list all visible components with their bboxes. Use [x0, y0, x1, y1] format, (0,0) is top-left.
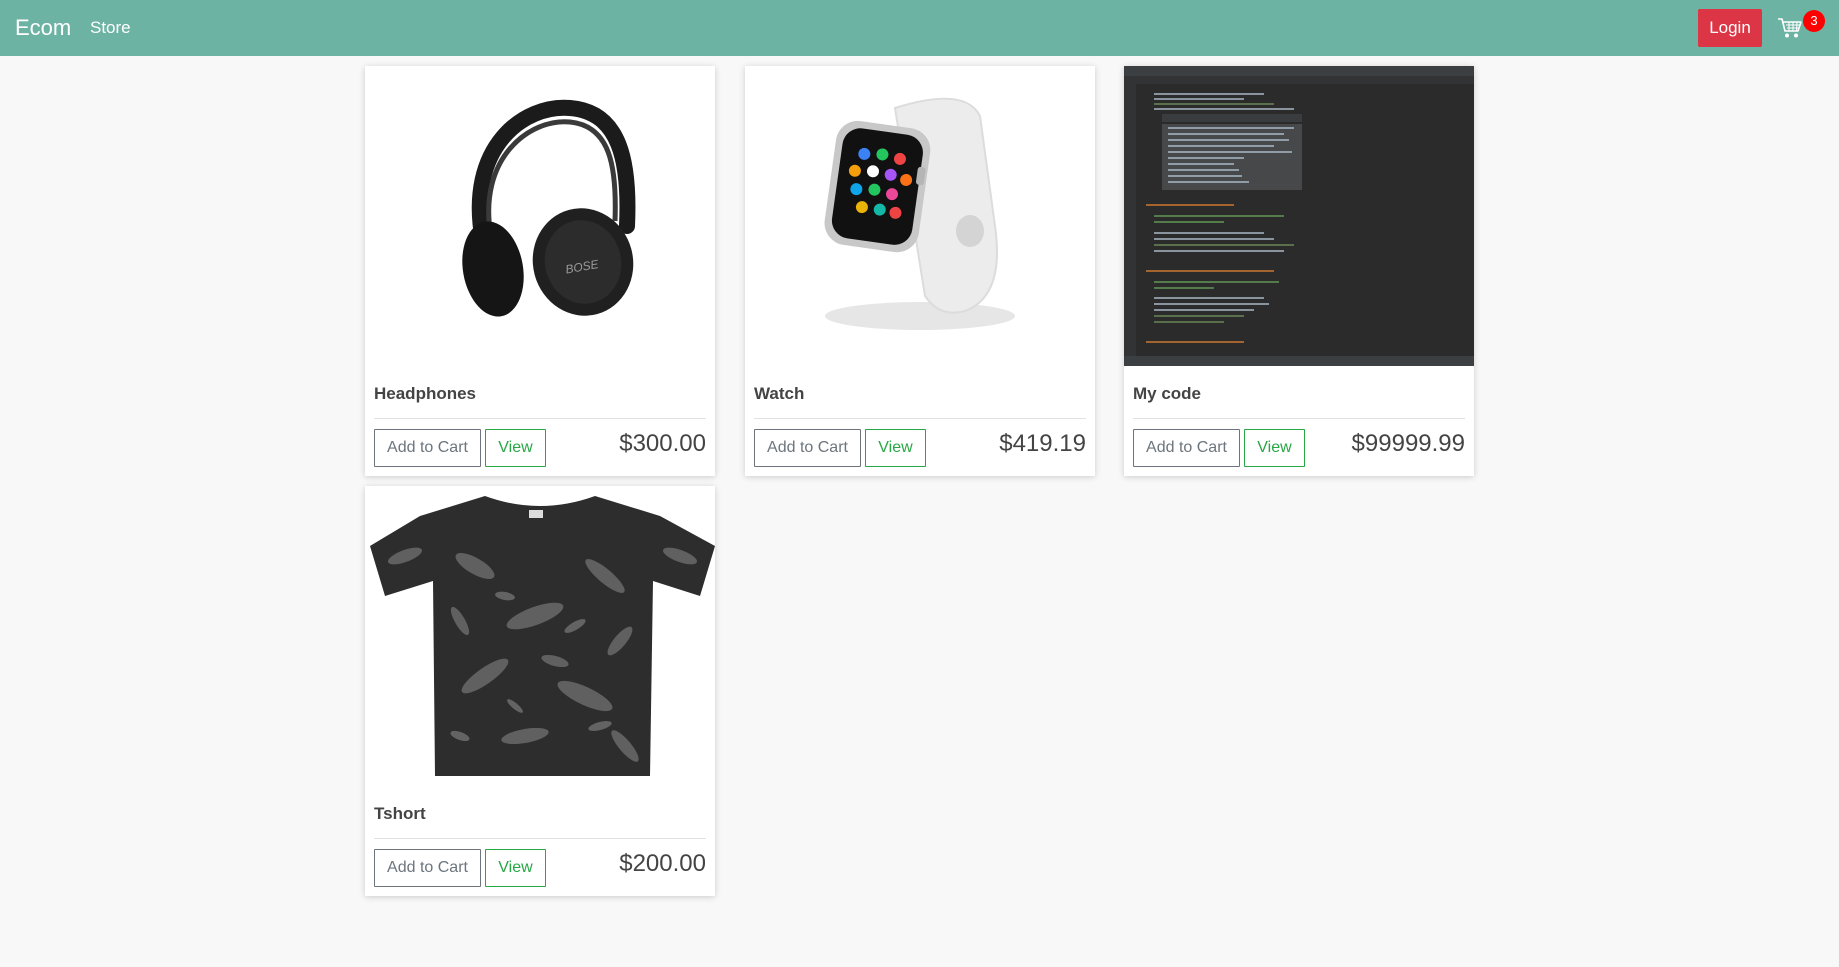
add-to-cart-button[interactable]: Add to Cart	[374, 429, 481, 467]
product-card-watch: Watch Add to Cart View $419.19	[745, 66, 1095, 476]
product-price: $99999.99	[1351, 430, 1465, 457]
store-link[interactable]: Store	[90, 18, 131, 38]
view-button[interactable]: View	[485, 429, 546, 467]
product-name: My code	[1133, 384, 1202, 403]
view-button[interactable]: View	[1244, 429, 1305, 467]
cart-count-badge: 3	[1803, 10, 1825, 32]
product-price: $419.19	[999, 430, 1086, 457]
divider	[1133, 418, 1465, 419]
add-to-cart-button[interactable]: Add to Cart	[1133, 429, 1240, 467]
watch-image	[745, 66, 1095, 366]
product-price: $200.00	[619, 850, 706, 877]
code-screenshot-image	[1124, 66, 1474, 366]
add-to-cart-button[interactable]: Add to Cart	[374, 849, 481, 887]
login-button[interactable]: Login	[1698, 9, 1762, 47]
view-button[interactable]: View	[865, 429, 926, 467]
product-card-tshort: Tshort Add to Cart View $200.00	[365, 486, 715, 896]
add-to-cart-button[interactable]: Add to Cart	[754, 429, 861, 467]
divider	[374, 838, 706, 839]
view-button[interactable]: View	[485, 849, 546, 887]
navbar: Ecom Store Login 3	[0, 0, 1839, 56]
headphones-image: BOSE	[365, 66, 715, 366]
product-name: Tshort	[374, 804, 426, 823]
tshirt-image	[365, 486, 715, 786]
cart-icon	[1778, 18, 1802, 38]
divider	[374, 418, 706, 419]
divider	[754, 418, 1086, 419]
product-price: $300.00	[619, 430, 706, 457]
product-card-my-code: My code Add to Cart View $99999.99	[1124, 66, 1474, 476]
product-card-headphones: BOSE Headphones Add to Cart View $300.00	[365, 66, 715, 476]
brand-link[interactable]: Ecom	[15, 15, 71, 41]
product-name: Watch	[754, 384, 805, 403]
product-name: Headphones	[374, 384, 477, 403]
